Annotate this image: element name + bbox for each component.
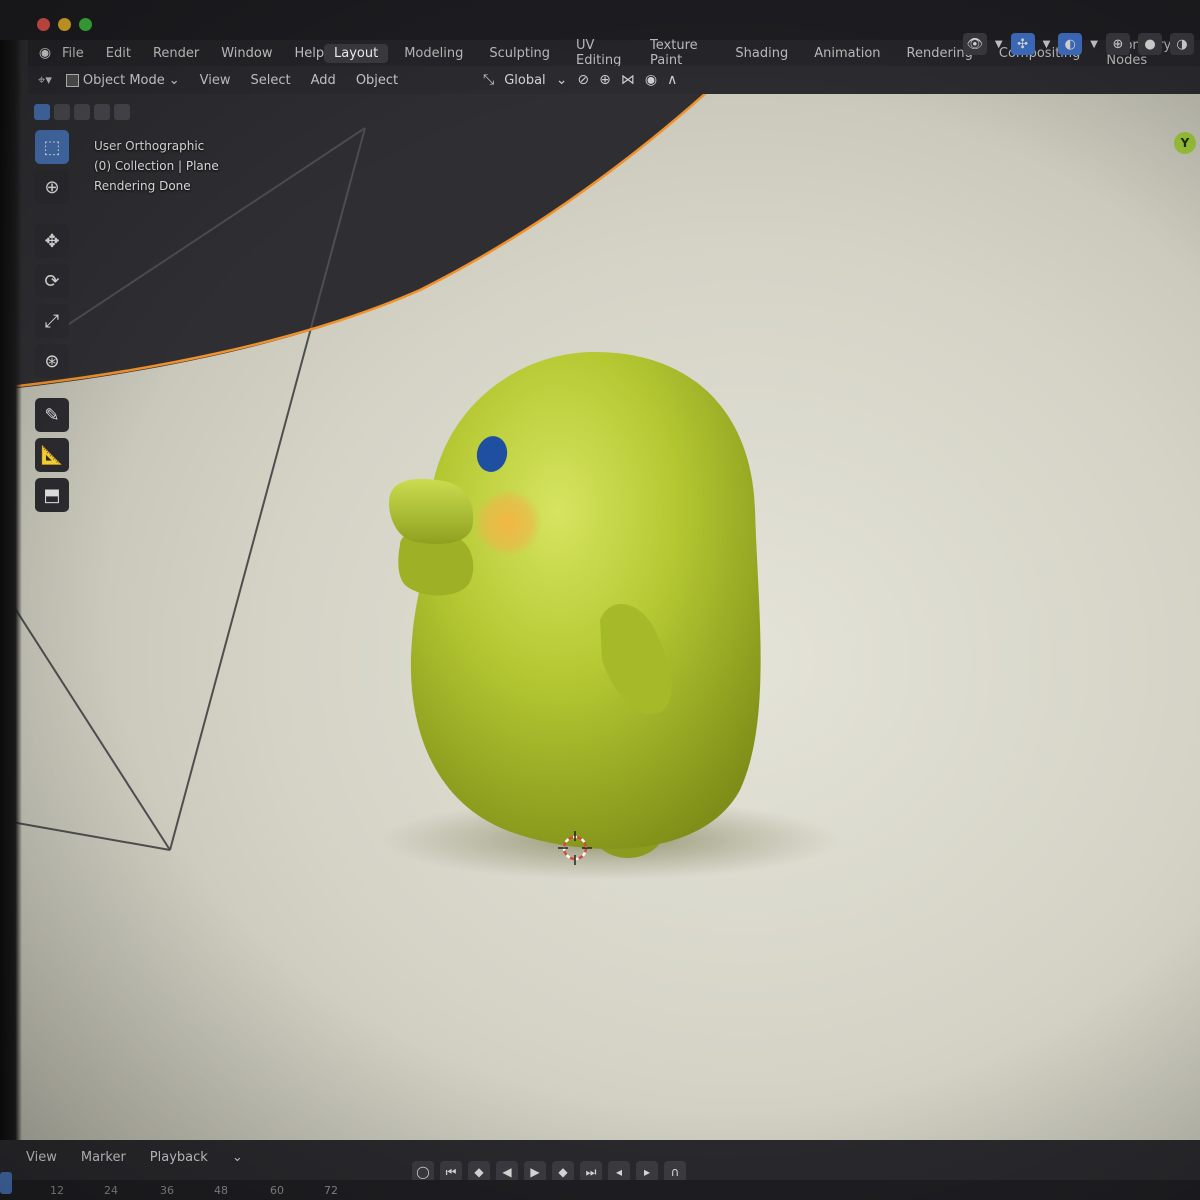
- wireframe-shading-icon[interactable]: ⊕: [1106, 33, 1130, 55]
- header-menu-select[interactable]: Select: [251, 73, 291, 88]
- character-beak-upper: [389, 478, 474, 544]
- chevron-down-icon[interactable]: ▼: [1043, 39, 1051, 50]
- frame-tick: 72: [324, 1184, 338, 1197]
- select-subtract-icon[interactable]: [74, 104, 90, 120]
- character-body: [410, 351, 761, 849]
- tool-shelf: ⬚ ⊕ ✥ ⟳ ⤢ ⊛ ✎ 📐 ⬒: [26, 130, 78, 512]
- current-frame-cursor[interactable]: [0, 1172, 12, 1194]
- cursor-tool-icon[interactable]: ⊕: [35, 170, 69, 204]
- green-bird-character[interactable]: [389, 351, 761, 858]
- chevron-down-icon[interactable]: ▼: [1090, 39, 1098, 50]
- header-menu-add[interactable]: Add: [311, 73, 336, 88]
- snap-target-icon[interactable]: ⋈: [621, 72, 635, 88]
- timeline-menu-marker[interactable]: Marker: [81, 1150, 126, 1165]
- viewport-info: User Orthographic (0) Collection | Plane…: [94, 136, 219, 196]
- render-status: Rendering Done: [94, 179, 191, 193]
- tab-modeling[interactable]: Modeling: [394, 44, 473, 63]
- viewport-header: ⌖▾ Object Mode ⌄ View Select Add Object …: [28, 66, 1200, 94]
- blender-logo-icon[interactable]: ◉: [34, 45, 56, 61]
- menu-edit[interactable]: Edit: [106, 46, 131, 61]
- timeline-menu-view[interactable]: View: [26, 1150, 57, 1165]
- select-intersect-icon[interactable]: [114, 104, 130, 120]
- chevron-down-icon[interactable]: ▼: [995, 39, 1003, 50]
- header-menu-object[interactable]: Object: [356, 73, 398, 88]
- frame-ruler[interactable]: [0, 1180, 1200, 1200]
- orientation-icon: ⤡: [483, 72, 495, 88]
- tab-sculpting[interactable]: Sculpting: [479, 44, 560, 63]
- proportional-edit-icon[interactable]: ◉: [645, 72, 657, 88]
- frame-tick: 36: [160, 1184, 174, 1197]
- select-box-tool-icon[interactable]: ⬚: [35, 130, 69, 164]
- annotate-tool-icon[interactable]: ✎: [35, 398, 69, 432]
- pivot-point-icon[interactable]: ⊘: [577, 72, 589, 88]
- zoom-window-button[interactable]: [79, 18, 92, 31]
- tab-texture-paint[interactable]: Texture Paint: [640, 36, 719, 70]
- view-name: User Orthographic: [94, 139, 205, 153]
- orientation-dropdown[interactable]: Global: [504, 73, 545, 88]
- chevron-down-icon: ⌄: [168, 72, 180, 88]
- scale-tool-icon[interactable]: ⤢: [35, 304, 69, 338]
- mode-dropdown[interactable]: Object Mode ⌄: [65, 72, 180, 88]
- gizmo-toggle-icon[interactable]: ✣: [1010, 33, 1035, 55]
- monitor-bezel: [0, 0, 22, 1200]
- falloff-icon[interactable]: ∧: [667, 72, 677, 88]
- tab-layout[interactable]: Layout: [324, 43, 389, 63]
- tab-animation[interactable]: Animation: [804, 44, 890, 63]
- select-extend-icon[interactable]: [54, 104, 70, 120]
- visibility-eye-icon[interactable]: 👁: [962, 33, 987, 55]
- menu-window[interactable]: Window: [221, 46, 272, 61]
- gizmo-axis-y[interactable]: Y: [1174, 132, 1196, 154]
- frame-tick: 24: [104, 1184, 118, 1197]
- active-collection: (0) Collection | Plane: [94, 159, 219, 173]
- menu-help[interactable]: Help: [295, 46, 325, 61]
- transform-tool-icon[interactable]: ⊛: [35, 344, 69, 378]
- select-invert-icon[interactable]: [94, 104, 110, 120]
- object-mode-icon: [65, 73, 79, 87]
- measure-tool-icon[interactable]: 📐: [35, 438, 69, 472]
- tab-uv-editing[interactable]: UV Editing: [566, 36, 634, 70]
- rotate-tool-icon[interactable]: ⟳: [35, 264, 69, 298]
- chevron-down-icon: ⌄: [555, 72, 568, 88]
- overlay-toggle-icon[interactable]: ◐: [1058, 33, 1083, 55]
- menu-render[interactable]: Render: [153, 46, 199, 61]
- add-cube-tool-icon[interactable]: ⬒: [35, 478, 69, 512]
- tab-shading[interactable]: Shading: [725, 44, 798, 63]
- transform-controls: ⤡ Global ⌄ ⊘ ⊕ ⋈ ◉ ∧: [483, 66, 677, 94]
- editor-type-icon[interactable]: ⌖▾: [38, 73, 52, 88]
- minimize-window-button[interactable]: [58, 18, 71, 31]
- mode-label: Object Mode: [82, 72, 165, 88]
- viewport-right-header: 👁 ▼ ✣ ▼ ◐ ▼ ⊕ ● ◑: [962, 28, 1200, 60]
- frame-tick: 60: [270, 1184, 284, 1197]
- move-tool-icon[interactable]: ✥: [35, 224, 69, 258]
- material-shading-icon[interactable]: ◑: [1170, 33, 1194, 55]
- snap-icon[interactable]: ⊕: [599, 72, 611, 88]
- frame-tick: 48: [214, 1184, 228, 1197]
- blender-window: ◉ File Edit Render Window Help Layout Mo…: [0, 0, 1200, 1200]
- character-cheek: [474, 489, 542, 557]
- timeline-menu-playback[interactable]: Playback: [150, 1150, 208, 1165]
- chevron-down-icon[interactable]: ⌄: [232, 1150, 243, 1165]
- menu-file[interactable]: File: [62, 46, 84, 61]
- solid-shading-icon[interactable]: ●: [1138, 33, 1162, 55]
- close-window-button[interactable]: [37, 18, 50, 31]
- select-mode-buttons: [34, 104, 130, 120]
- select-new-icon[interactable]: [34, 104, 50, 120]
- header-menu-view[interactable]: View: [200, 73, 231, 88]
- frame-tick: 12: [50, 1184, 64, 1197]
